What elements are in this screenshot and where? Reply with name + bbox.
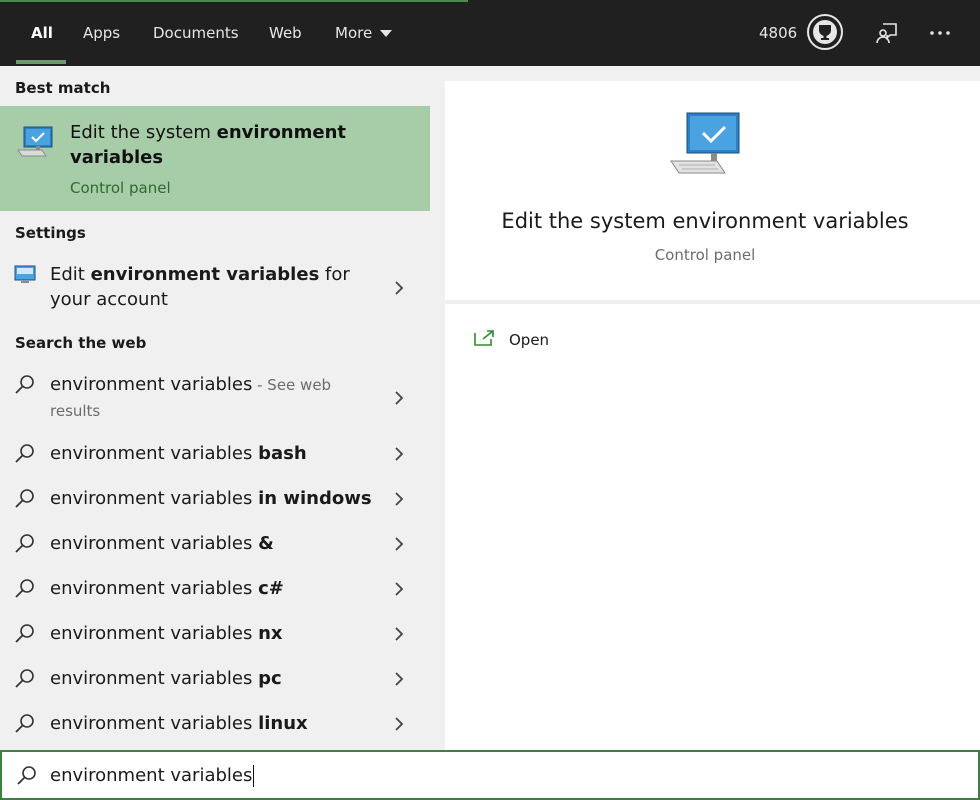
tab-web[interactable]: Web: [269, 20, 302, 46]
tab-more-label: More: [335, 24, 373, 42]
search-box[interactable]: environment variables: [0, 750, 980, 800]
web-result-text: environment variables linux: [50, 711, 308, 736]
settings-text-prefix: Edit: [50, 264, 91, 285]
tab-all[interactable]: All: [31, 20, 53, 46]
web-result-text: environment variables in windows: [50, 486, 372, 511]
detail-title: Edit the system environment variables: [501, 209, 909, 233]
chevron-right-icon[interactable]: [392, 389, 406, 407]
chevron-right-icon[interactable]: [392, 535, 406, 553]
section-best-match: Best match: [15, 79, 111, 97]
active-tab-indicator: [16, 60, 66, 64]
search-icon: [14, 488, 36, 514]
web-result-row[interactable]: environment variables nx: [0, 621, 430, 651]
chevron-right-icon[interactable]: [392, 445, 406, 463]
rewards-points: 4806: [759, 24, 798, 42]
web-result-plain: environment variables: [50, 713, 259, 734]
web-result-row[interactable]: environment variables in windows: [0, 486, 430, 516]
search-icon: [14, 443, 36, 469]
detail-header: Edit the system environment variables Co…: [445, 81, 980, 300]
web-result-bold: c#: [258, 578, 284, 599]
web-result-text: environment variables nx: [50, 621, 283, 646]
search-icon: [14, 713, 36, 739]
section-search-web: Search the web: [15, 334, 147, 352]
web-result-bold: pc: [258, 668, 282, 689]
tab-apps[interactable]: Apps: [83, 20, 120, 46]
detail-actions: Open: [445, 304, 980, 750]
settings-result-text: Edit environment variables for your acco…: [50, 262, 370, 312]
search-icon: [14, 623, 36, 649]
chevron-right-icon[interactable]: [392, 625, 406, 643]
web-result-row[interactable]: environment variables - See web results: [0, 368, 430, 426]
more-options-icon[interactable]: [926, 20, 954, 46]
web-result-plain: environment variables: [50, 578, 259, 599]
tab-documents[interactable]: Documents: [153, 20, 239, 46]
chevron-right-icon[interactable]: [392, 670, 406, 688]
web-result-bold: &: [258, 533, 274, 554]
settings-monitor-icon: [14, 264, 36, 290]
chevron-right-icon[interactable]: [392, 580, 406, 598]
settings-result[interactable]: Edit environment variables for your acco…: [0, 258, 430, 316]
search-scope-bar: All Apps Documents Web More 4806: [0, 0, 980, 66]
chevron-right-icon[interactable]: [392, 490, 406, 508]
computer-monitor-icon: [16, 124, 56, 168]
progress-line: [0, 0, 468, 2]
text-cursor: [253, 765, 255, 787]
chevron-right-icon[interactable]: [392, 279, 406, 297]
search-icon: [16, 765, 38, 791]
detail-subtitle: Control panel: [654, 246, 756, 264]
search-icon: [14, 533, 36, 559]
search-icon: [14, 578, 36, 604]
web-result-text: environment variables - See web results: [50, 372, 350, 424]
web-result-plain: environment variables: [50, 623, 259, 644]
open-button[interactable]: Open: [473, 328, 549, 352]
web-result-text: environment variables &: [50, 531, 274, 556]
web-result-row[interactable]: environment variables c#: [0, 576, 430, 606]
web-result-plain: environment variables: [50, 374, 253, 395]
search-icon: [14, 668, 36, 694]
search-input-value: environment variables: [50, 765, 253, 786]
web-result-text: environment variables pc: [50, 666, 282, 691]
best-match-result[interactable]: Edit the system environment variables Co…: [0, 106, 430, 211]
web-result-row[interactable]: environment variables pc: [0, 666, 430, 696]
web-result-row[interactable]: environment variables linux: [0, 711, 430, 741]
feedback-icon[interactable]: [874, 20, 900, 46]
web-result-plain: environment variables: [50, 488, 259, 509]
best-match-subtitle: Control panel: [70, 179, 171, 197]
web-result-plain: environment variables: [50, 443, 259, 464]
web-result-row[interactable]: environment variables &: [0, 531, 430, 561]
web-result-text: environment variables bash: [50, 441, 307, 466]
web-result-bold: nx: [258, 623, 283, 644]
trophy-icon[interactable]: [806, 13, 844, 51]
web-result-bold: bash: [258, 443, 307, 464]
chevron-right-icon[interactable]: [392, 715, 406, 733]
search-input[interactable]: environment variables: [50, 764, 255, 788]
open-external-icon: [473, 329, 495, 351]
results-panel: Best match Edit the system environment v…: [0, 66, 430, 750]
caret-down-icon: [380, 29, 393, 37]
best-match-title: Edit the system environment variables: [70, 120, 390, 170]
web-result-row[interactable]: environment variables bash: [0, 441, 430, 471]
web-result-bold: in windows: [258, 488, 372, 509]
computer-monitor-icon: [667, 111, 743, 185]
web-result-text: environment variables c#: [50, 576, 284, 601]
web-result-bold: linux: [258, 713, 308, 734]
search-icon: [14, 374, 36, 400]
best-match-title-plain: Edit the system: [70, 122, 217, 143]
settings-text-bold: environment variables: [90, 264, 320, 285]
web-result-plain: environment variables: [50, 533, 259, 554]
web-result-plain: environment variables: [50, 668, 259, 689]
section-settings: Settings: [15, 224, 86, 242]
open-label: Open: [509, 331, 550, 349]
tab-more[interactable]: More: [335, 20, 393, 46]
